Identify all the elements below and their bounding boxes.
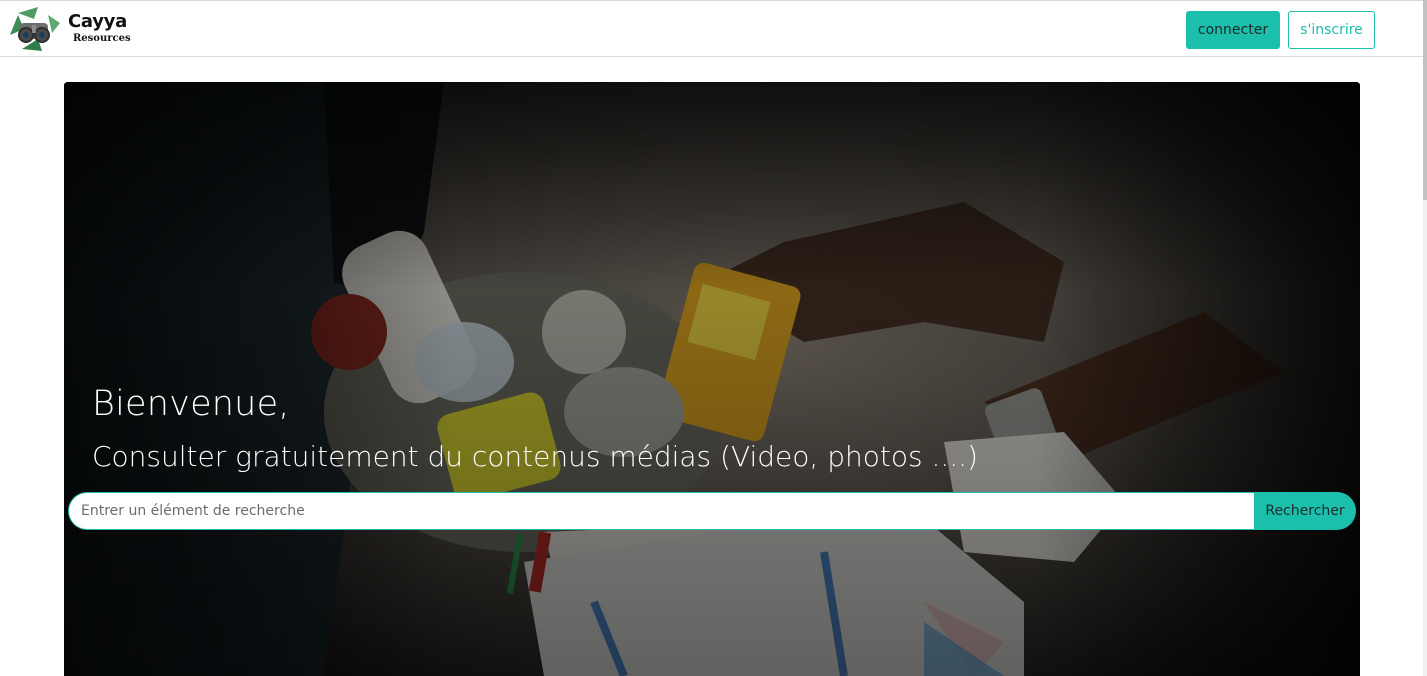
search-input[interactable]	[68, 492, 1258, 530]
brand-tagline: Resources	[73, 33, 131, 44]
search-button[interactable]: Rechercher	[1254, 492, 1356, 530]
brand-logo[interactable]: Cayya Resources	[8, 5, 136, 55]
scrollbar-thumb[interactable]	[1423, 0, 1427, 200]
recycle-binoculars-icon	[10, 7, 60, 51]
page-scrollbar[interactable]	[1423, 0, 1427, 676]
login-button[interactable]: connecter	[1186, 11, 1280, 49]
hands-collecting-plastic-waste-photo	[64, 82, 1360, 676]
hero-subtitle: Consulter gratuitement du contenus média…	[92, 440, 978, 473]
top-navbar: Cayya Resources connecter s'inscrire	[0, 1, 1423, 57]
brand-name: Cayya	[68, 11, 127, 32]
signup-button[interactable]: s'inscrire	[1288, 11, 1375, 49]
search-form: Rechercher	[68, 492, 1356, 530]
hero-banner: Bienvenue, Consulter gratuitement du con…	[64, 82, 1360, 676]
hero-title: Bienvenue,	[92, 384, 290, 424]
